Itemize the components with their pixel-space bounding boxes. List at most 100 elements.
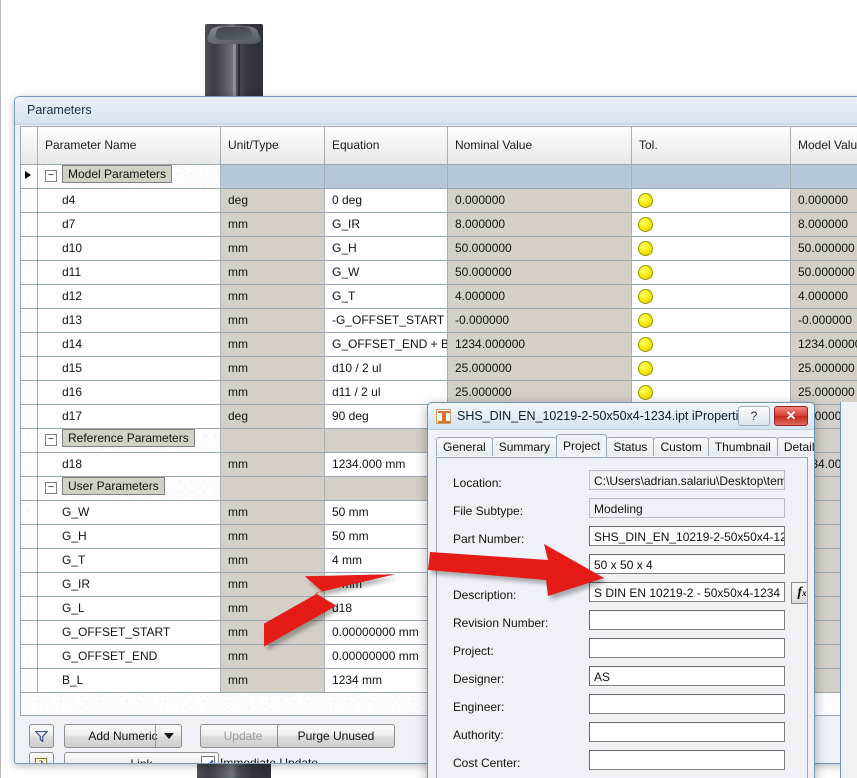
engineer-field[interactable] bbox=[589, 694, 785, 714]
add-numeric-dropdown[interactable] bbox=[155, 725, 181, 747]
cell-unit[interactable]: mm bbox=[221, 597, 325, 620]
cell-nominal[interactable]: 4.000000 bbox=[448, 285, 632, 308]
table-row[interactable]: d14mmG_OFFSET_END + B_L1234.0000001234.0… bbox=[21, 333, 857, 357]
cell-nominal[interactable]: 50.000000 bbox=[448, 237, 632, 260]
cell-equation[interactable]: G_OFFSET_END + B_L bbox=[325, 333, 448, 356]
row-header[interactable] bbox=[21, 189, 38, 212]
table-row[interactable]: d10 mm G_H 50.000000 50.000000 bbox=[21, 237, 857, 261]
tab-general[interactable]: General bbox=[436, 437, 493, 456]
cell-name[interactable]: d15 bbox=[38, 357, 221, 380]
close-icon[interactable]: ✕ bbox=[774, 406, 808, 426]
authority-field[interactable] bbox=[589, 722, 785, 742]
cell-nominal[interactable]: 1234.000000 bbox=[448, 333, 632, 356]
cell-equation[interactable]: G_W bbox=[325, 261, 448, 284]
description-field[interactable]: S DIN EN 10219-2 - 50x50x4-1234 Lg bbox=[589, 582, 785, 602]
tolerance-dot-icon[interactable] bbox=[638, 361, 653, 376]
collapse-expander-icon[interactable]: − bbox=[45, 482, 57, 494]
cell-tol[interactable] bbox=[632, 381, 791, 404]
cell-unit[interactable]: deg bbox=[221, 189, 325, 212]
cell-model[interactable]: 8.000000 bbox=[791, 213, 857, 236]
cell-equation[interactable]: -G_OFFSET_START bbox=[325, 309, 448, 332]
cell-unit[interactable]: mm bbox=[221, 381, 325, 404]
cell-tol[interactable] bbox=[632, 309, 791, 332]
cell-name[interactable]: G_L bbox=[38, 597, 221, 620]
column-header[interactable]: Model Value bbox=[791, 127, 857, 164]
collapse-expander-icon[interactable]: − bbox=[45, 434, 57, 446]
cell-tol[interactable] bbox=[632, 213, 791, 236]
tab-status[interactable]: Status bbox=[606, 437, 655, 456]
cell-nominal[interactable]: 0.000000 bbox=[448, 189, 632, 212]
cell-unit[interactable]: mm bbox=[221, 333, 325, 356]
filter-funnel-icon[interactable] bbox=[29, 724, 54, 748]
cell-name[interactable]: d13 bbox=[38, 309, 221, 332]
immediate-update-checkbox[interactable]: Immediate Update bbox=[201, 756, 318, 763]
cost-center-field[interactable] bbox=[589, 750, 785, 770]
tolerance-dot-icon[interactable] bbox=[638, 337, 653, 352]
cell-tol[interactable] bbox=[632, 357, 791, 380]
cell-tol[interactable] bbox=[632, 333, 791, 356]
cell-unit[interactable]: mm bbox=[221, 549, 325, 572]
column-header[interactable]: Equation bbox=[325, 127, 448, 164]
tolerance-dot-icon[interactable] bbox=[638, 217, 653, 232]
table-row[interactable]: d4 deg 0 deg 0.000000 0.000000 bbox=[21, 189, 857, 213]
cell-model[interactable]: 4.000000 bbox=[791, 285, 857, 308]
column-header[interactable]: Parameter Name bbox=[38, 127, 221, 164]
update-button[interactable]: Update bbox=[200, 724, 286, 748]
tab-summary[interactable]: Summary bbox=[491, 437, 558, 456]
cell-nominal[interactable]: -0.000000 bbox=[448, 309, 632, 332]
cell-name[interactable]: d4 bbox=[38, 189, 221, 212]
cell-nominal[interactable]: 25.000000 bbox=[448, 357, 632, 380]
row-header[interactable] bbox=[21, 501, 38, 524]
cell-equation[interactable]: G_H bbox=[325, 237, 448, 260]
cell-name[interactable]: G_IR bbox=[38, 573, 221, 596]
cell-name[interactable]: d18 bbox=[38, 453, 221, 476]
row-header[interactable] bbox=[21, 597, 38, 620]
cell-name[interactable]: d10 bbox=[38, 237, 221, 260]
cell-unit[interactable]: mm bbox=[221, 573, 325, 596]
cell-unit[interactable]: mm bbox=[221, 285, 325, 308]
row-header[interactable] bbox=[21, 237, 38, 260]
tab-project[interactable]: Project bbox=[556, 434, 608, 457]
group-name-cell[interactable]: − User Parameters bbox=[38, 477, 221, 500]
cell-model[interactable]: 0.000000 bbox=[791, 189, 857, 212]
help-button[interactable]: ? bbox=[738, 406, 770, 426]
cell-unit[interactable]: mm bbox=[221, 309, 325, 332]
link-button[interactable]: Link bbox=[64, 752, 219, 763]
tab-thumbnail[interactable]: Thumbnail bbox=[707, 437, 778, 456]
cell-nominal[interactable]: 8.000000 bbox=[448, 213, 632, 236]
cell-name[interactable]: G_W bbox=[38, 501, 221, 524]
cell-tol[interactable] bbox=[632, 285, 791, 308]
cell-unit[interactable]: mm bbox=[221, 261, 325, 284]
cell-unit[interactable]: mm bbox=[221, 213, 325, 236]
cell-name[interactable]: d16 bbox=[38, 381, 221, 404]
group-row[interactable]: − Model Parameters bbox=[21, 165, 857, 189]
group-name-cell[interactable]: − Model Parameters bbox=[38, 165, 221, 188]
cell-name[interactable]: d17 bbox=[38, 405, 221, 428]
cell-nominal[interactable]: 50.000000 bbox=[448, 261, 632, 284]
iproperties-tab-bar[interactable]: General Summary Project Status Custom Thumbna… bbox=[436, 434, 814, 457]
add-numeric-button[interactable]: Add Numeric bbox=[64, 724, 182, 748]
cell-nominal[interactable]: 25.000000 bbox=[448, 381, 632, 404]
cell-unit[interactable]: mm bbox=[221, 645, 325, 668]
tab-details[interactable]: Details bbox=[776, 437, 814, 456]
project-field[interactable] bbox=[589, 638, 785, 658]
fx-formula-button[interactable]: fx bbox=[791, 582, 807, 604]
tolerance-dot-icon[interactable] bbox=[638, 385, 653, 400]
row-header[interactable] bbox=[21, 333, 38, 356]
tolerance-dot-icon[interactable] bbox=[638, 241, 653, 256]
table-row[interactable]: d7 mm G_IR 8.000000 8.000000 bbox=[21, 213, 857, 237]
table-row[interactable]: d12 mm G_T 4.000000 4.000000 bbox=[21, 285, 857, 309]
row-header[interactable] bbox=[21, 453, 38, 476]
cell-model[interactable]: -0.000000 bbox=[791, 309, 857, 332]
row-header[interactable] bbox=[21, 669, 38, 692]
cell-equation[interactable]: 0 deg bbox=[325, 189, 448, 212]
tab-custom[interactable]: Custom bbox=[653, 437, 709, 456]
table-row[interactable]: d13 mm -G_OFFSET_START -0.000000 -0.000000 bbox=[21, 309, 857, 333]
row-header[interactable] bbox=[21, 357, 38, 380]
tolerance-dot-icon[interactable] bbox=[638, 193, 653, 208]
tolerance-dot-icon[interactable] bbox=[638, 265, 653, 280]
cell-name[interactable]: d12 bbox=[38, 285, 221, 308]
cell-tol[interactable] bbox=[632, 237, 791, 260]
tolerance-dot-icon[interactable] bbox=[638, 313, 653, 328]
cell-unit[interactable]: mm bbox=[221, 501, 325, 524]
